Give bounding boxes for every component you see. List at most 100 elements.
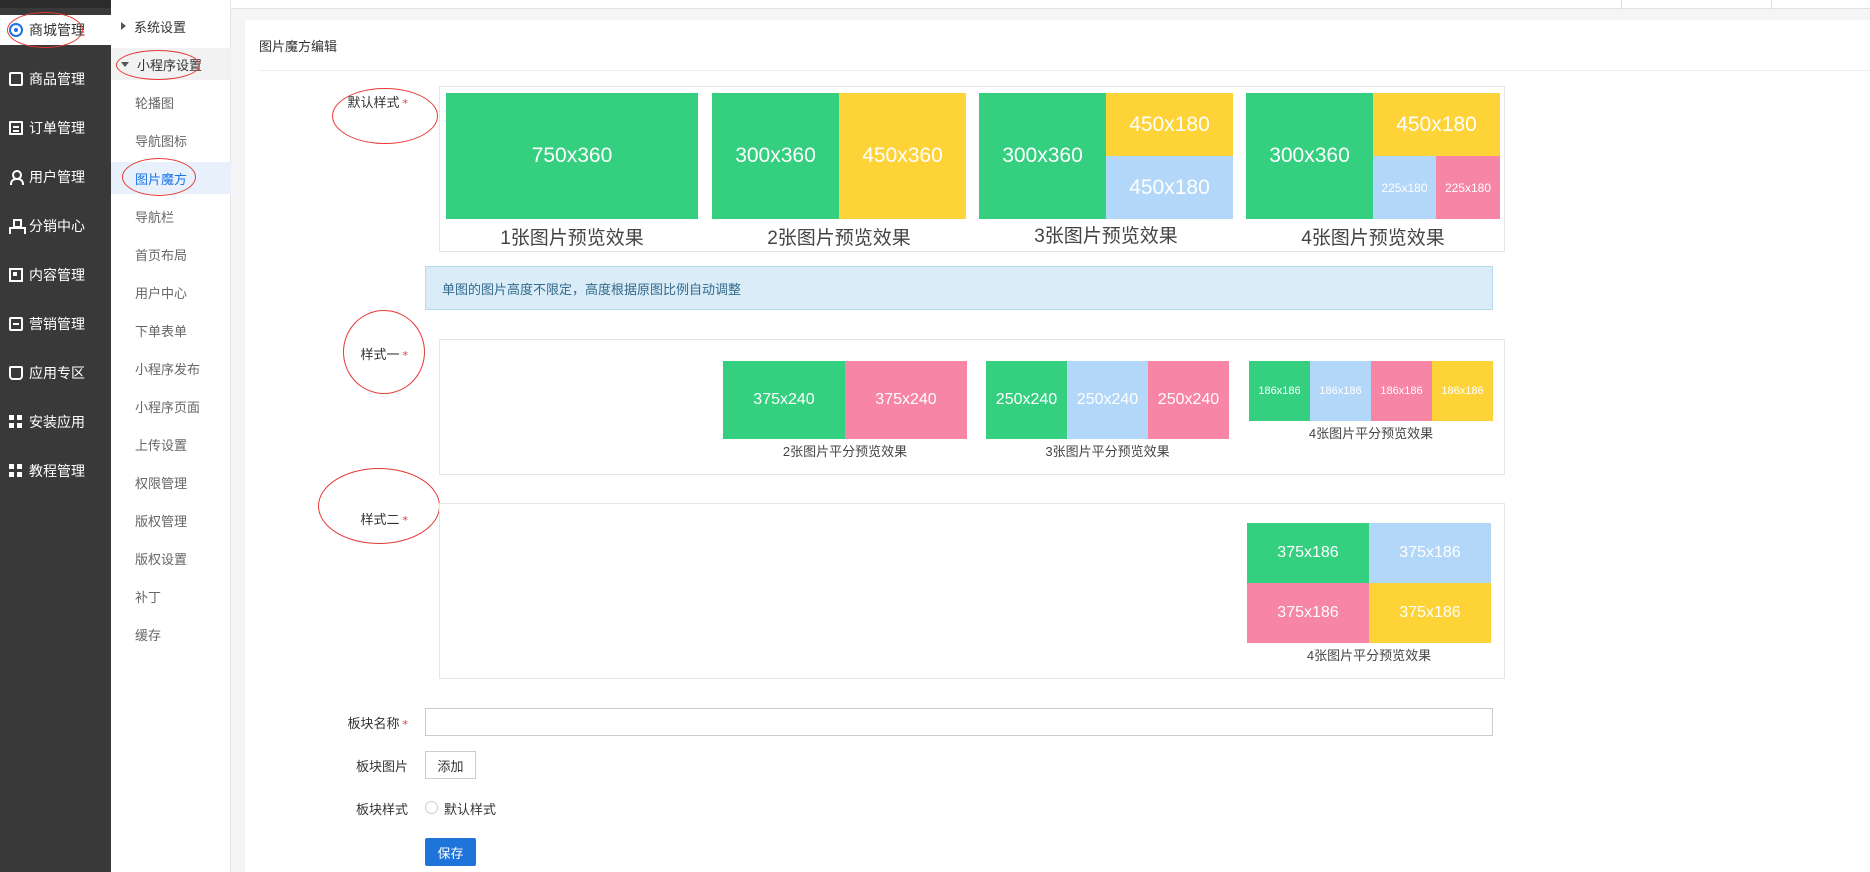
- title-divider: [259, 70, 1870, 71]
- style1-preview[interactable]: 375x240 375x240 2张图片平分预览效果 250x240 250x2…: [439, 339, 1505, 475]
- subnav-item-copyright-mgmt[interactable]: 版权管理: [111, 504, 231, 536]
- preview-tile: 186x186: [1371, 361, 1432, 421]
- subnav-group-label: 系统设置: [134, 20, 187, 36]
- order-icon: [9, 121, 23, 135]
- nav-item-marketing[interactable]: 营销管理: [0, 309, 111, 339]
- nav-item-label: 订单管理: [29, 121, 85, 137]
- preview-tile: 450x360: [839, 93, 966, 219]
- nav-item-label: 分销中心: [29, 219, 85, 235]
- subnav-item-permissions[interactable]: 权限管理: [111, 466, 231, 498]
- label-text: 样式二: [360, 513, 400, 528]
- style2-label: 样式二 *: [328, 509, 408, 528]
- preview-tile: 450x180: [1373, 93, 1500, 156]
- subnav-item-user-center[interactable]: 用户中心: [111, 276, 231, 308]
- subnav-item-label: 导航栏: [135, 210, 175, 226]
- main-nav: 商城管理 商品管理 订单管理 用户管理 分销中心 内容管理 营销管理 应用专区 …: [0, 0, 111, 872]
- nav-item-label: 安装应用: [29, 415, 85, 431]
- subnav-item-copyright-settings[interactable]: 版权设置: [111, 542, 231, 574]
- nav-item-label: 营销管理: [29, 317, 85, 333]
- preview-tile: 225x180: [1436, 156, 1500, 219]
- nav-item-label: 商品管理: [29, 72, 85, 88]
- distribution-icon: [9, 219, 26, 234]
- preview-caption: 1张图片预览效果: [500, 228, 644, 249]
- style1-label: 样式一 *: [328, 344, 408, 363]
- subnav-item-label: 下单表单: [135, 324, 188, 340]
- subnav-item-label: 图片魔方: [135, 172, 188, 188]
- nav-item-tutorial[interactable]: 教程管理: [0, 456, 111, 486]
- preview-caption: 4张图片平分预览效果: [1306, 648, 1432, 663]
- label-text: 默认样式: [347, 96, 400, 111]
- page-title: 图片魔方编辑: [259, 40, 338, 55]
- nav-item-distribution[interactable]: 分销中心: [0, 211, 111, 241]
- nav-item-goods[interactable]: 商品管理: [0, 64, 111, 94]
- subnav-item-label: 上传设置: [135, 438, 188, 454]
- subnav-item-upload[interactable]: 上传设置: [111, 428, 231, 460]
- caret-right-icon: [121, 22, 126, 30]
- nav-item-label: 教程管理: [29, 464, 85, 480]
- label-text: 板块名称: [347, 717, 400, 732]
- radio-label: 默认样式: [444, 803, 497, 818]
- subnav-item-image-cube[interactable]: 图片魔方: [111, 162, 231, 194]
- preview-tile: 300x360: [979, 93, 1106, 219]
- topbar-divider: [1621, 0, 1622, 9]
- nav-item-users[interactable]: 用户管理: [0, 162, 111, 192]
- required-mark: *: [402, 718, 409, 731]
- user-icon: [9, 170, 24, 185]
- subnav-group-mini-program[interactable]: 小程序设置: [111, 48, 231, 80]
- preview-tile: 375x186: [1369, 523, 1491, 583]
- preview-tile: 450x180: [1106, 93, 1233, 156]
- subnav-group-label: 小程序设置: [137, 58, 203, 74]
- subnav-item-cache[interactable]: 缓存: [111, 618, 231, 650]
- default-style-preview[interactable]: 750x360 1张图片预览效果 300x360 450x360 2张图片预览效…: [439, 86, 1505, 252]
- save-button[interactable]: 保存: [425, 838, 476, 866]
- info-alert: 单图的图片高度不限定，高度根据原图比例自动调整: [425, 266, 1493, 310]
- preview-tile: 450x180: [1106, 156, 1233, 219]
- subnav-item-carousel[interactable]: 轮播图: [111, 86, 231, 118]
- nav-item-content[interactable]: 内容管理: [0, 260, 111, 290]
- nav-item-orders[interactable]: 订单管理: [0, 113, 111, 143]
- preview-tile: 250x240: [1067, 361, 1148, 439]
- caret-down-icon: [121, 61, 129, 67]
- tutorial-icon: [9, 464, 23, 478]
- subnav-item-patch[interactable]: 补丁: [111, 580, 231, 612]
- preview-caption: 3张图片预览效果: [1034, 226, 1178, 247]
- subnav-item-order-form[interactable]: 下单表单: [111, 314, 231, 346]
- preview-tile: 375x186: [1369, 583, 1491, 643]
- preview-tile: 375x240: [723, 361, 845, 439]
- subnav-item-label: 小程序发布: [135, 362, 201, 378]
- preview-caption: 2张图片平分预览效果: [782, 444, 908, 459]
- subnav-item-label: 补丁: [135, 590, 162, 606]
- nav-item-install[interactable]: 安装应用: [0, 407, 111, 437]
- subnav-item-label: 版权管理: [135, 514, 188, 530]
- preview-tile: 250x240: [986, 361, 1067, 439]
- subnav-group-system-settings[interactable]: 系统设置: [111, 10, 231, 42]
- subnav-item-label: 导航图标: [135, 134, 188, 150]
- default-style-label: 默认样式 *: [328, 92, 408, 111]
- preview-tile: 186x186: [1249, 361, 1310, 421]
- content-icon: [9, 268, 23, 282]
- install-icon: [9, 415, 23, 429]
- subnav-item-label: 缓存: [135, 628, 162, 644]
- preview-caption: 2张图片预览效果: [767, 228, 911, 249]
- label-text: 板块图片: [355, 760, 408, 775]
- subnav-item-label: 小程序页面: [135, 400, 201, 416]
- preview-caption: 3张图片平分预览效果: [1045, 444, 1170, 459]
- subnav-item-nav-icons[interactable]: 导航图标: [111, 124, 231, 156]
- style2-preview[interactable]: 375x186 375x186 375x186 375x186 4张图片平分预览…: [439, 503, 1505, 679]
- default-style-radio[interactable]: [425, 801, 438, 814]
- required-mark: *: [402, 514, 409, 527]
- label-text: 样式一: [360, 348, 400, 363]
- add-image-button[interactable]: 添加: [425, 751, 476, 779]
- block-name-input[interactable]: [425, 708, 1493, 736]
- sub-nav: 系统设置 小程序设置 轮播图 导航图标 图片魔方 导航栏 首页布局 用户中心 下…: [111, 0, 231, 872]
- subnav-item-navbar[interactable]: 导航栏: [111, 200, 231, 232]
- nav-item-mall[interactable]: 商城管理: [0, 15, 111, 45]
- subnav-item-pages[interactable]: 小程序页面: [111, 390, 231, 422]
- nav-item-label: 商城管理: [29, 23, 85, 39]
- subnav-item-label: 轮播图: [135, 96, 175, 112]
- subnav-item-home-layout[interactable]: 首页布局: [111, 238, 231, 270]
- preview-tile: 375x240: [845, 361, 967, 439]
- block-image-label: 板块图片: [328, 756, 408, 775]
- nav-item-apps[interactable]: 应用专区: [0, 358, 111, 388]
- subnav-item-publish[interactable]: 小程序发布: [111, 352, 231, 384]
